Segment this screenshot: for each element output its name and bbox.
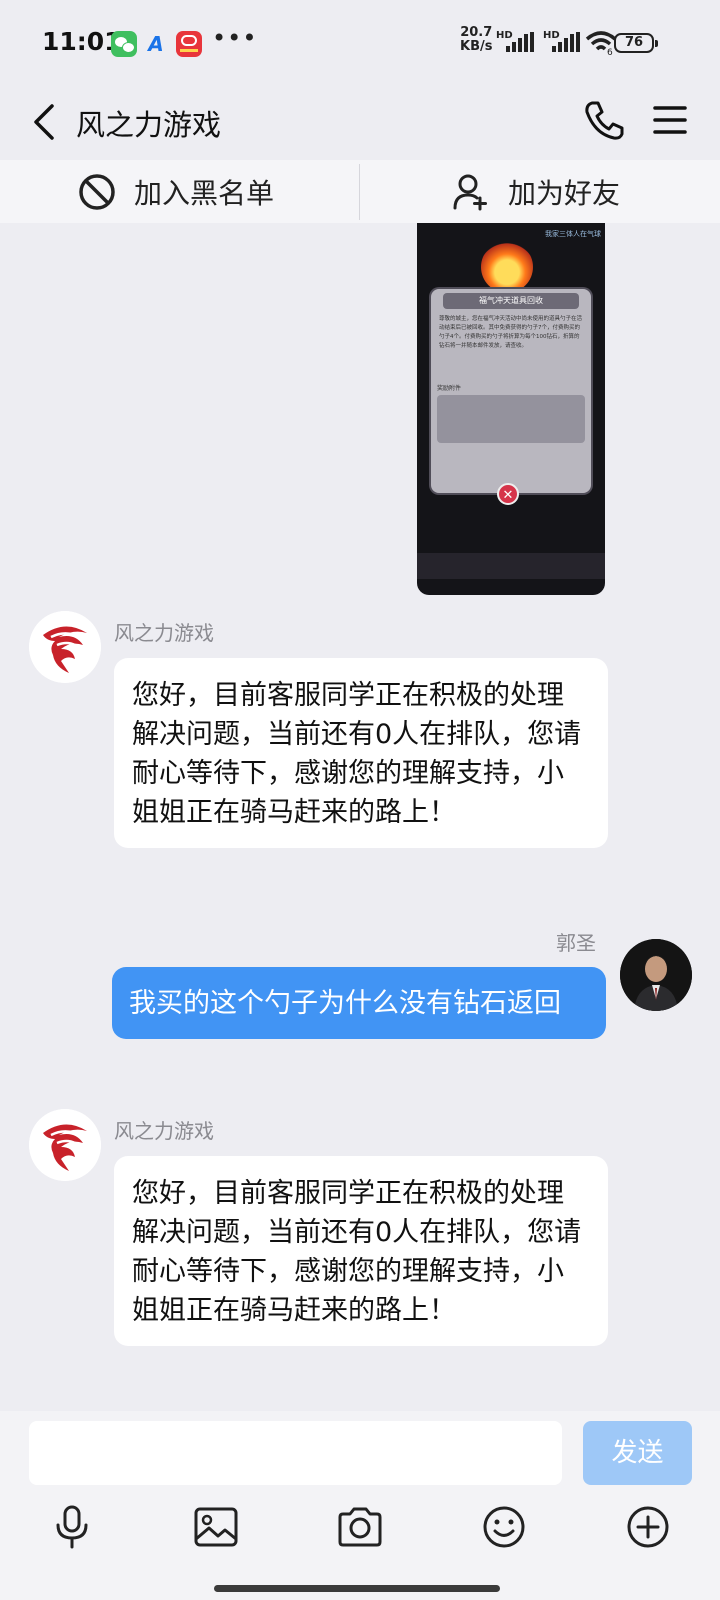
divider xyxy=(359,164,360,220)
add-to-blacklist-button[interactable]: 加入黑名单 xyxy=(78,160,274,223)
more-notifications-icon: ••• xyxy=(212,24,258,52)
tornado-logo-icon xyxy=(29,1109,101,1181)
signal-icon xyxy=(506,32,534,52)
camera-icon[interactable] xyxy=(336,1503,384,1551)
send-button[interactable]: 发送 xyxy=(583,1421,692,1485)
sender-name-self: 郭圣 xyxy=(556,931,596,955)
menu-icon[interactable] xyxy=(652,100,688,140)
add-friend-label: 加为好友 xyxy=(508,176,621,210)
screenshot-attachment-label: 奖励附件 xyxy=(437,385,462,392)
incoming-message[interactable]: 您好，目前客服同学正在积极的处理解决问题，当前还有0人在排队，您请耐心等待下，感… xyxy=(114,1156,608,1346)
battery-indicator: 76 xyxy=(614,33,658,53)
back-arrow-icon[interactable] xyxy=(28,100,68,144)
screenshot-panel-text: 尊敬的城主，您在福气冲天活动中尚未使用的道具勺子在活动结束后已被回收。其中免费获… xyxy=(439,316,583,349)
status-time: 11:01 xyxy=(42,27,122,56)
shop-notification-icon xyxy=(176,31,202,57)
composer: 发送 xyxy=(0,1411,720,1600)
add-user-icon xyxy=(453,174,487,210)
app-notification-icon: A xyxy=(148,32,164,56)
screenshot-close-icon: ✕ xyxy=(497,483,519,505)
plus-icon[interactable] xyxy=(624,1503,672,1551)
blacklist-label: 加入黑名单 xyxy=(134,176,275,210)
microphone-icon[interactable] xyxy=(48,1503,96,1551)
game-service-avatar-2[interactable] xyxy=(29,1109,101,1181)
contact-action-bar: 加入黑名单 加为好友 xyxy=(0,160,720,223)
wechat-notification-icon xyxy=(111,31,137,57)
status-bar: 11:01 A ••• 20.7 KB/s HD HD 6 76 xyxy=(0,0,720,86)
signal-icon-2 xyxy=(552,32,580,52)
emoji-icon[interactable] xyxy=(480,1503,528,1551)
phone-icon[interactable] xyxy=(582,98,626,142)
tornado-logo-icon xyxy=(29,611,101,683)
screenshot-bottom-bar xyxy=(417,553,605,579)
screenshot-panel-title: 福气冲天道具回收 xyxy=(443,293,579,309)
sender-name: 风之力游戏 xyxy=(114,621,214,645)
page-title: 风之力游戏 xyxy=(76,108,222,142)
sent-game-screenshot[interactable]: 我家三体人在气球 福气冲天道具回收 尊敬的城主，您在福气冲天活动中尚未使用的道具… xyxy=(417,223,605,595)
sender-name: 风之力游戏 xyxy=(114,1119,214,1143)
home-indicator[interactable] xyxy=(214,1585,500,1592)
incoming-message[interactable]: 您好，目前客服同学正在积极的处理解决问题，当前还有0人在排队，您请耐心等待下，感… xyxy=(114,658,608,848)
screenshot-attachment-box xyxy=(437,395,585,443)
outgoing-message[interactable]: 我买的这个勺子为什么没有钻石返回 xyxy=(112,967,606,1039)
message-list[interactable]: 我家三体人在气球 福气冲天道具回收 尊敬的城主，您在福气冲天活动中尚未使用的道具… xyxy=(0,223,720,1411)
add-friend-button[interactable]: 加为好友 xyxy=(452,160,620,223)
screenshot-mail-panel: 福气冲天道具回收 尊敬的城主，您在福气冲天活动中尚未使用的道具勺子在活动结束后已… xyxy=(431,289,591,493)
message-input[interactable] xyxy=(29,1421,562,1485)
user-photo xyxy=(620,939,692,1011)
chat-header: 风之力游戏 xyxy=(0,86,720,160)
game-service-avatar[interactable] xyxy=(29,611,101,683)
svg-text:6: 6 xyxy=(607,48,613,56)
network-speed: 20.7 KB/s xyxy=(460,25,493,54)
block-icon xyxy=(79,173,115,210)
screenshot-top-text: 我家三体人在气球 xyxy=(545,230,601,238)
user-avatar[interactable] xyxy=(620,939,692,1011)
image-icon[interactable] xyxy=(192,1503,240,1551)
game-character-image xyxy=(481,241,533,293)
wifi-icon: 6 xyxy=(585,31,617,56)
